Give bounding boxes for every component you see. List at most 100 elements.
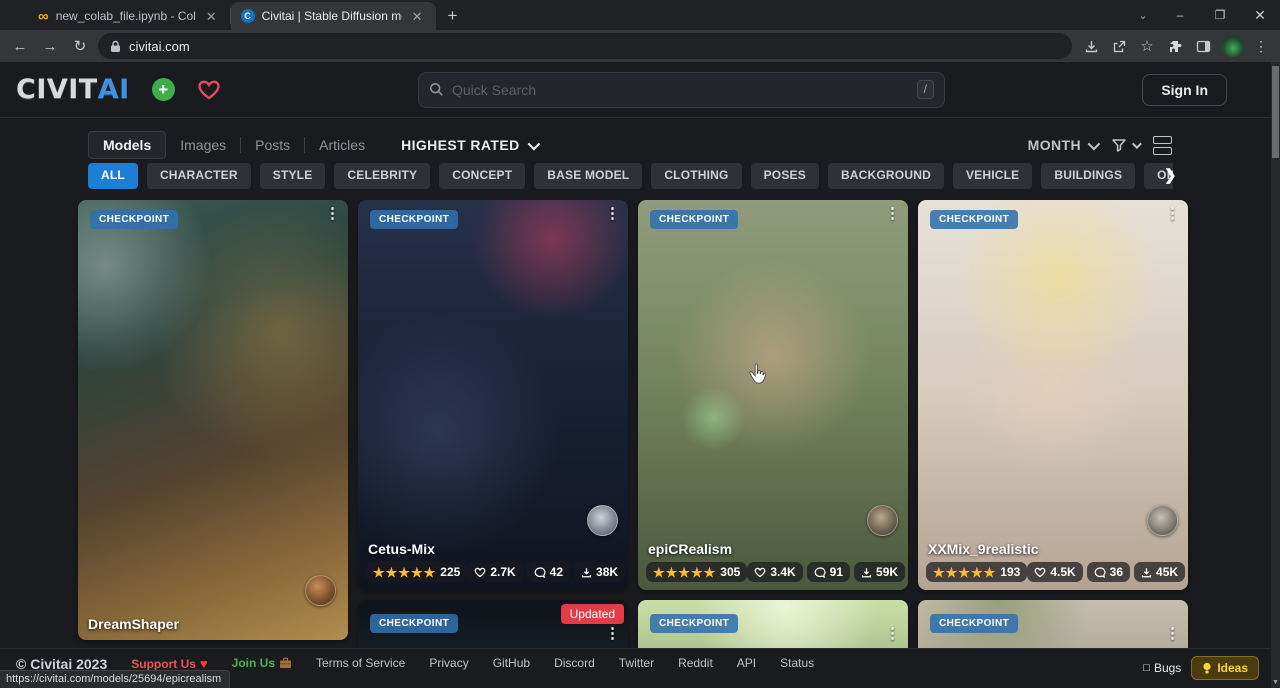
browser-profile-avatar[interactable] (1222, 35, 1244, 57)
model-title: Cetus-Mix (368, 541, 435, 557)
close-button[interactable]: ✕ (1240, 7, 1280, 24)
quick-search-input[interactable]: Quick Search / (418, 72, 945, 108)
card-menu-icon[interactable]: ⋮ (885, 626, 900, 643)
join-us-link[interactable]: Join Us (232, 656, 292, 670)
card-stats: ★★★★★ 305 3.4K 91 59K (646, 562, 900, 582)
footer-right: □ Bugs Ideas (1143, 656, 1259, 680)
creator-avatar[interactable] (867, 505, 898, 536)
period-dropdown[interactable]: MONTH (1028, 137, 1097, 153)
filter-dropdown[interactable] (1111, 138, 1139, 153)
filter-chip-celebrity[interactable]: CELEBRITY (334, 163, 430, 189)
checkpoint-badge: CHECKPOINT (370, 210, 458, 229)
heart-icon (197, 79, 221, 101)
creator-avatar[interactable] (305, 575, 336, 606)
layout-toggle-icon[interactable] (1153, 136, 1172, 155)
upload-plus-button[interactable]: + (152, 78, 175, 101)
new-tab-button[interactable]: + (436, 6, 470, 30)
status-url-bubble: https://civitai.com/models/25694/epicrea… (0, 670, 230, 688)
filter-chip-buildings[interactable]: BUILDINGS (1041, 163, 1135, 189)
likes-pill: 4.5K (1027, 562, 1082, 582)
tab-search-icon[interactable]: ⌄ (1126, 9, 1160, 22)
card-menu-icon[interactable]: ⋮ (605, 206, 620, 223)
card-menu-icon[interactable]: ⋮ (605, 626, 620, 643)
reload-icon[interactable]: ↻ (68, 37, 92, 55)
card-menu-icon[interactable]: ⋮ (1165, 626, 1180, 643)
page-scrollbar[interactable]: ▼ (1271, 62, 1280, 688)
screen: ∞ new_colab_file.ipynb - Colaborat ✕ C C… (0, 0, 1280, 688)
tab-models[interactable]: Models (88, 131, 166, 159)
heart-icon (754, 567, 766, 578)
filter-chip-style[interactable]: STYLE (260, 163, 326, 189)
minimize-button[interactable]: – (1160, 8, 1200, 22)
tab-images[interactable]: Images (166, 132, 240, 158)
scrollbar-thumb[interactable] (1272, 66, 1279, 158)
bugs-button[interactable]: □ Bugs (1143, 661, 1181, 675)
tab-articles[interactable]: Articles (305, 132, 379, 158)
creator-avatar[interactable] (587, 505, 618, 536)
filter-chip-background[interactable]: BACKGROUND (828, 163, 944, 189)
tab-close-icon[interactable]: ✕ (203, 9, 220, 24)
nav-right-controls: MONTH (1028, 136, 1172, 155)
ideas-label: Ideas (1217, 661, 1248, 675)
support-heart-button[interactable] (197, 79, 221, 101)
civitai-favicon: C (241, 9, 255, 23)
terms-link[interactable]: Terms of Service (316, 656, 405, 670)
card-menu-icon[interactable]: ⋮ (325, 206, 340, 223)
model-card-cetus-mix[interactable]: CHECKPOINT ⋮ Cetus-Mix ★★★★★ 225 2.7K 42 (358, 200, 628, 590)
model-card-xxmix-9realistic[interactable]: CHECKPOINT ⋮ XXMix_9realistic ★★★★★ 193 … (918, 200, 1188, 590)
url-bar[interactable]: civitai.com (98, 33, 1072, 59)
star-icons: ★★★★★ (373, 566, 436, 579)
comment-icon (814, 567, 826, 578)
browser-menu-icon[interactable]: ⋮ (1254, 38, 1268, 55)
heart-icon (1034, 567, 1046, 578)
back-icon[interactable]: ← (8, 38, 32, 55)
github-link[interactable]: GitHub (493, 656, 530, 670)
scrollbar-down-arrow[interactable]: ▼ (1271, 679, 1280, 686)
comments-count: 42 (550, 565, 563, 579)
model-card-dreamshaper[interactable]: CHECKPOINT ⋮ DreamShaper (78, 200, 348, 640)
filter-chip-concept[interactable]: CONCEPT (439, 163, 525, 189)
share-icon[interactable] (1110, 37, 1128, 55)
model-card-epicrealism[interactable]: CHECKPOINT ⋮ epiCRealism ★★★★★ 305 3.4K … (638, 200, 908, 590)
forward-icon[interactable]: → (38, 38, 62, 55)
discord-link[interactable]: Discord (554, 656, 595, 670)
card-stats: ★★★★★ 193 4.5K 36 45K (926, 562, 1180, 582)
tab-posts[interactable]: Posts (241, 132, 304, 158)
logo-ai-text: AI (98, 74, 130, 105)
bug-icon: □ (1143, 662, 1150, 674)
side-panel-icon[interactable] (1194, 37, 1212, 55)
civitai-logo[interactable]: CIVITAI (16, 74, 130, 105)
filter-chip-clothing[interactable]: CLOTHING (651, 163, 741, 189)
creator-avatar[interactable] (1147, 505, 1178, 536)
tab-civitai[interactable]: C Civitai | Stable Diffusion models, ✕ (231, 2, 436, 30)
heart-icon: ♥ (200, 656, 208, 671)
model-title: epiCRealism (648, 541, 732, 557)
bookmark-star-icon[interactable]: ☆ (1138, 37, 1156, 55)
sort-dropdown[interactable]: HIGHEST RATED (401, 137, 537, 153)
section-nav-row: Models Images Posts Articles HIGHEST RAT… (88, 130, 1172, 160)
logo-civit-text: CIVIT (16, 74, 98, 105)
ideas-button[interactable]: Ideas (1191, 656, 1259, 680)
extensions-puzzle-icon[interactable] (1166, 37, 1184, 55)
filter-chip-base-model[interactable]: BASE MODEL (534, 163, 642, 189)
support-us-link[interactable]: Support Us ♥ (131, 656, 207, 671)
filter-chip-vehicle[interactable]: VEHICLE (953, 163, 1032, 189)
maximize-button[interactable]: ❐ (1200, 8, 1240, 22)
card-menu-icon[interactable]: ⋮ (1165, 206, 1180, 223)
api-link[interactable]: API (737, 656, 756, 670)
card-menu-icon[interactable]: ⋮ (885, 206, 900, 223)
install-icon[interactable] (1082, 37, 1100, 55)
reddit-link[interactable]: Reddit (678, 656, 713, 670)
tab-close-icon[interactable]: ✕ (409, 9, 426, 24)
likes-pill: 3.4K (747, 562, 802, 582)
sign-in-button[interactable]: Sign In (1142, 74, 1227, 106)
chips-scroll-right-icon[interactable]: ❯ (1164, 166, 1177, 184)
status-link[interactable]: Status (780, 656, 814, 670)
filter-chip-character[interactable]: CHARACTER (147, 163, 251, 189)
twitter-link[interactable]: Twitter (619, 656, 654, 670)
filter-chip-poses[interactable]: POSES (751, 163, 819, 189)
downloads-pill: 45K (1134, 562, 1185, 582)
filter-chip-all[interactable]: ALL (88, 163, 138, 189)
tab-colab[interactable]: ∞ new_colab_file.ipynb - Colaborat ✕ (28, 2, 230, 30)
privacy-link[interactable]: Privacy (429, 656, 468, 670)
